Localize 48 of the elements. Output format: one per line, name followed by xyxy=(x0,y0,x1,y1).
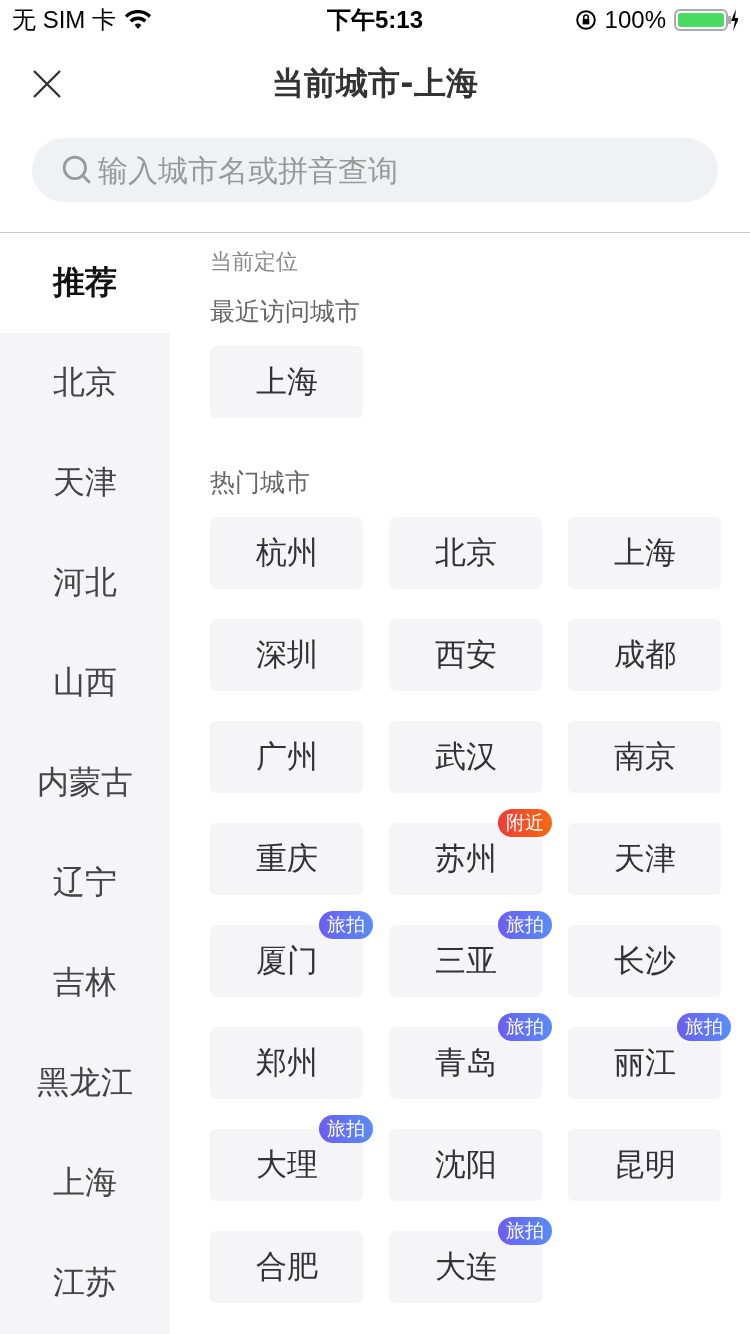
sidebar-item[interactable]: 辽宁 xyxy=(0,833,170,933)
rotation-lock-icon xyxy=(574,9,597,31)
city-button[interactable]: 武汉 xyxy=(389,721,542,793)
city-button[interactable]: 重庆 xyxy=(210,823,363,895)
section-heading: 当前定位 xyxy=(210,248,299,276)
city-button[interactable]: 南京 xyxy=(568,721,721,793)
tag-badge: 附近 xyxy=(498,809,552,837)
clock-text: 下午5:13 xyxy=(326,5,423,35)
sidebar-item[interactable]: 吉林 xyxy=(0,933,170,1033)
city-button[interactable]: 沈阳 xyxy=(389,1129,542,1201)
tag-badge: 旅拍 xyxy=(498,1013,552,1041)
sidebar-item[interactable]: 河北 xyxy=(0,533,170,633)
section-heading: 最近访问城市 xyxy=(210,296,361,328)
sidebar-item[interactable]: 上海 xyxy=(0,1133,170,1233)
city-button[interactable]: 郑州 xyxy=(210,1027,363,1099)
page-title: 当前城市-上海 xyxy=(272,63,478,104)
city-button[interactable]: 上海 xyxy=(210,346,363,418)
sidebar-item[interactable]: 黑龙江 xyxy=(0,1033,170,1133)
sidebar-item[interactable]: 推荐 xyxy=(0,233,170,333)
city-button[interactable]: 长沙 xyxy=(568,925,721,997)
sidebar-item[interactable]: 江苏 xyxy=(0,1233,170,1333)
tag-badge: 旅拍 xyxy=(498,1217,552,1245)
city-button[interactable]: 杭州 xyxy=(210,517,363,589)
city-button[interactable]: 成都 xyxy=(568,619,721,691)
sidebar-item[interactable]: 北京 xyxy=(0,333,170,433)
city-button[interactable]: 上海 xyxy=(568,517,721,589)
search-field[interactable]: 输入城市名或拼音查询 xyxy=(32,138,718,202)
sidebar-item[interactable]: 天津 xyxy=(0,433,170,533)
city-button[interactable]: 天津 xyxy=(568,823,721,895)
wifi-icon xyxy=(124,10,152,30)
carrier-text: 无 SIM 卡 xyxy=(12,5,116,35)
search-icon xyxy=(62,155,92,185)
city-button[interactable]: 西安 xyxy=(389,619,542,691)
tag-badge: 旅拍 xyxy=(319,1115,373,1143)
section-heading: 热门城市 xyxy=(210,467,311,499)
city-button[interactable]: 深圳 xyxy=(210,619,363,691)
tag-badge: 旅拍 xyxy=(319,911,373,939)
city-button[interactable]: 昆明 xyxy=(568,1129,721,1201)
city-button[interactable]: 广州 xyxy=(210,721,363,793)
city-button[interactable]: 北京 xyxy=(389,517,542,589)
city-button[interactable]: 合肥 xyxy=(210,1231,363,1303)
tag-badge: 旅拍 xyxy=(498,911,552,939)
battery-percent-text: 100% xyxy=(604,6,666,34)
sidebar-item[interactable]: 内蒙古 xyxy=(0,733,170,833)
tag-badge: 旅拍 xyxy=(677,1013,731,1041)
battery-charging-icon xyxy=(674,8,738,32)
close-icon[interactable] xyxy=(33,70,61,98)
sidebar-item[interactable]: 山西 xyxy=(0,633,170,733)
